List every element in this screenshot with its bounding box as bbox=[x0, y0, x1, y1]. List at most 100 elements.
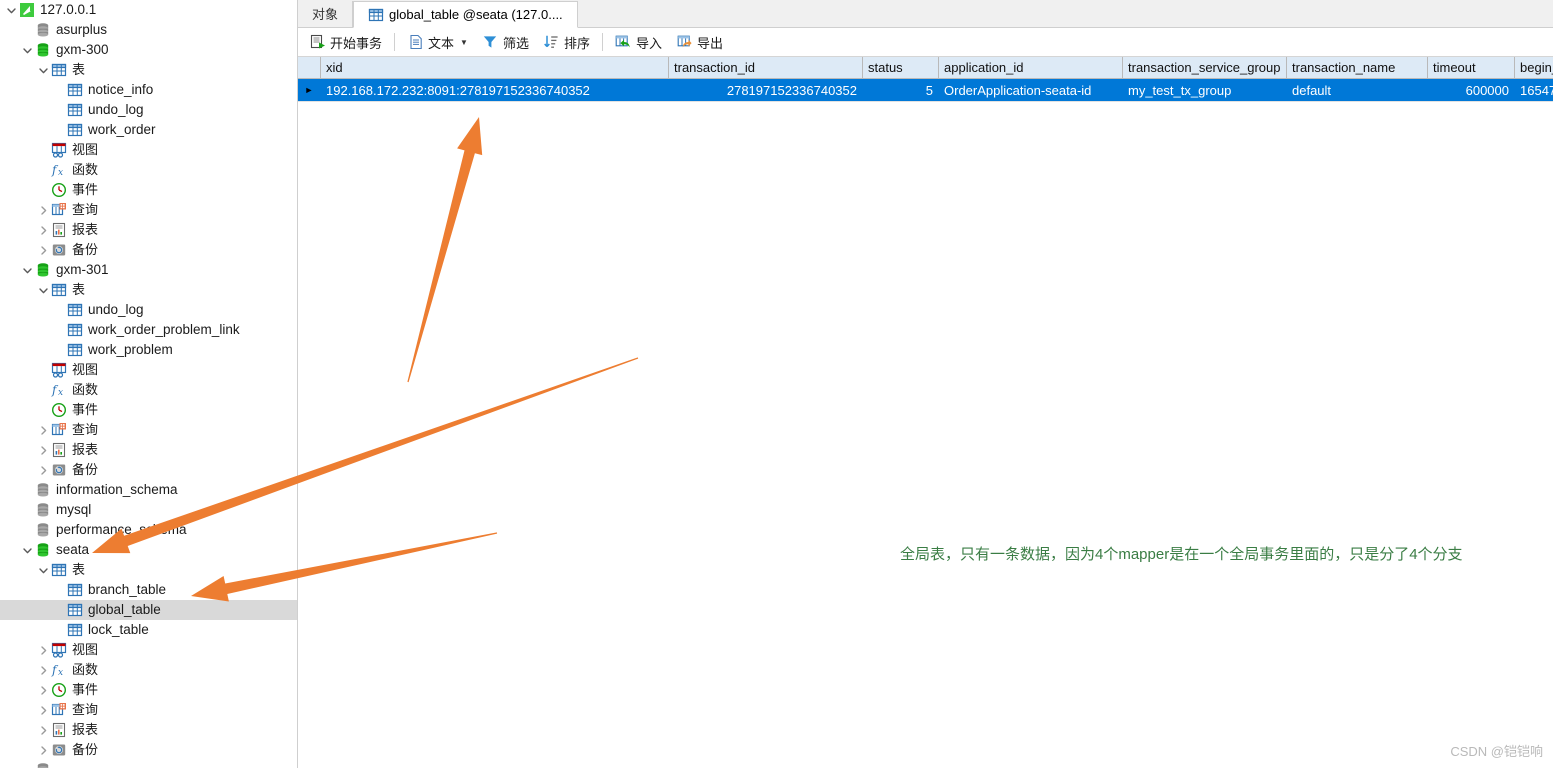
chevron-right-icon[interactable] bbox=[36, 640, 50, 660]
grid-cell[interactable]: my_test_tx_group bbox=[1122, 78, 1287, 102]
expander-placeholder bbox=[52, 580, 66, 600]
tree-item-label: 查询 bbox=[72, 702, 99, 717]
tree-item-[interactable]: 事件 bbox=[0, 680, 297, 700]
tree-item-[interactable]: 查询 bbox=[0, 200, 297, 220]
grid-toolbar[interactable]: 开始事务 文本 ▼ 筛选 排序 导入 导出 bbox=[298, 28, 1553, 57]
data-grid-container[interactable]: xid transaction_id status application_id tra… bbox=[298, 57, 1553, 768]
toolbar-button-import[interactable]: 导入 bbox=[608, 30, 669, 54]
tree-item-label: 函数 bbox=[72, 162, 99, 177]
tree-item-[interactable]: 查询 bbox=[0, 420, 297, 440]
tree-item-[interactable]: 备份 bbox=[0, 740, 297, 760]
tree-item-label: performance_schema bbox=[56, 522, 187, 537]
chevron-down-icon[interactable] bbox=[4, 0, 18, 20]
grid-column-header[interactable]: transaction_id bbox=[668, 57, 863, 79]
tree-item-global_table[interactable]: global_table bbox=[0, 600, 297, 620]
table-row[interactable]: ► 192.168.172.232:8091:278197152336740352… bbox=[298, 78, 1553, 102]
tree-item-label: 查询 bbox=[72, 202, 99, 217]
tree-item-seata[interactable]: seata bbox=[0, 540, 297, 560]
chevron-down-icon[interactable] bbox=[20, 540, 34, 560]
tree-item-gxm-301[interactable]: gxm-301 bbox=[0, 260, 297, 280]
tree-item-label: 报表 bbox=[72, 442, 99, 457]
tree-item-[interactable]: 报表 bbox=[0, 440, 297, 460]
tree-item-[interactable]: 表 bbox=[0, 60, 297, 80]
tree-item-[interactable]: 报表 bbox=[0, 220, 297, 240]
tree-item-work_order[interactable]: work_order bbox=[0, 120, 297, 140]
toolbar-button-text[interactable]: 文本 ▼ bbox=[400, 30, 475, 54]
chevron-down-icon[interactable] bbox=[20, 40, 34, 60]
grid-column-header[interactable]: status bbox=[862, 57, 939, 79]
tree-item-branch_table[interactable]: branch_table bbox=[0, 580, 297, 600]
tree-item-information_schema[interactable]: information_schema bbox=[0, 480, 297, 500]
chevron-right-icon[interactable] bbox=[36, 200, 50, 220]
tree-item-[interactable]: 视图 bbox=[0, 640, 297, 660]
toolbar-button-sort[interactable]: 排序 bbox=[536, 30, 597, 54]
tree-item-[interactable]: 表 bbox=[0, 280, 297, 300]
chevron-right-icon[interactable] bbox=[36, 420, 50, 440]
chevron-right-icon[interactable] bbox=[36, 220, 50, 240]
grid-column-header[interactable]: transaction_name bbox=[1286, 57, 1428, 79]
tree-item-[interactable]: 事件 bbox=[0, 180, 297, 200]
tree-item-[interactable]: 表 bbox=[0, 560, 297, 580]
chevron-right-icon[interactable] bbox=[36, 660, 50, 680]
data-grid[interactable]: xid transaction_id status application_id tra… bbox=[298, 57, 1553, 102]
grid-column-header[interactable]: transaction_service_group bbox=[1122, 57, 1287, 79]
chevron-right-icon[interactable] bbox=[36, 740, 50, 760]
tree-item-performance_schema[interactable]: performance_schema bbox=[0, 520, 297, 540]
grid-cell[interactable]: 192.168.172.232:8091:278197152336740352 bbox=[320, 78, 669, 102]
toolbar-button-filter[interactable]: 筛选 bbox=[475, 30, 536, 54]
chevron-right-icon[interactable] bbox=[36, 240, 50, 260]
tree-item-[interactable]: 视图 bbox=[0, 360, 297, 380]
chevron-down-icon[interactable] bbox=[36, 280, 50, 300]
grid-column-header[interactable]: application_id bbox=[938, 57, 1123, 79]
grid-header-row[interactable]: xid transaction_id status application_id tra… bbox=[298, 57, 1553, 79]
tree-item-gxm-300[interactable]: gxm-300 bbox=[0, 40, 297, 60]
grid-column-header[interactable]: xid bbox=[320, 57, 669, 79]
chevron-right-icon[interactable] bbox=[36, 440, 50, 460]
grid-cell[interactable]: default bbox=[1286, 78, 1428, 102]
grid-cell[interactable]: 5 bbox=[862, 78, 939, 102]
chevron-right-icon[interactable] bbox=[36, 720, 50, 740]
tree-item-asurplus[interactable]: asurplus bbox=[0, 20, 297, 40]
tree-item-work_problem[interactable]: work_problem bbox=[0, 340, 297, 360]
tree-item-[interactable]: 视图 bbox=[0, 140, 297, 160]
tree-item-[interactable]: 备份 bbox=[0, 240, 297, 260]
tab-[interactable]: 对象 bbox=[298, 1, 354, 27]
toolbar-button-begin-transaction[interactable]: 开始事务 bbox=[302, 30, 389, 54]
grid-cell[interactable]: 278197152336740352 bbox=[668, 78, 863, 102]
tree-item-undo_log[interactable]: undo_log bbox=[0, 300, 297, 320]
toolbar-button-export[interactable]: 导出 bbox=[669, 30, 730, 54]
chevron-right-icon[interactable] bbox=[36, 460, 50, 480]
chevron-right-icon[interactable] bbox=[36, 680, 50, 700]
tree-item-[interactable]: 报表 bbox=[0, 720, 297, 740]
chevron-down-icon[interactable] bbox=[36, 560, 50, 580]
tree-item-127-0-0-1[interactable]: 127.0.0.1 bbox=[0, 0, 297, 20]
tree-item-work_order_problem_link[interactable]: work_order_problem_link bbox=[0, 320, 297, 340]
tab-strip[interactable]: 对象 global_table @seata (127.0.... bbox=[298, 0, 1553, 28]
tab-global_table-seata-127-0[interactable]: global_table @seata (127.0.... bbox=[353, 1, 578, 28]
chevron-right-icon[interactable] bbox=[36, 700, 50, 720]
row-marker-cell[interactable]: ► bbox=[298, 78, 321, 102]
tree-item-[interactable]: 查询 bbox=[0, 700, 297, 720]
chevron-down-icon[interactable] bbox=[36, 60, 50, 80]
tree-item-[interactable]: f x 函数 bbox=[0, 660, 297, 680]
chevron-down-icon[interactable]: ▼ bbox=[460, 38, 468, 47]
tree-item-lock_table[interactable]: lock_table bbox=[0, 620, 297, 640]
tree-item-undo_log[interactable]: undo_log bbox=[0, 100, 297, 120]
tree-item-mysql[interactable]: mysql bbox=[0, 500, 297, 520]
tree-item-[interactable]: f x 函数 bbox=[0, 380, 297, 400]
grid-cell[interactable]: OrderApplication-seata-id bbox=[938, 78, 1123, 102]
chevron-down-icon[interactable] bbox=[20, 260, 34, 280]
tree-item-[interactable]: 事件 bbox=[0, 400, 297, 420]
tree-item-[interactable]: 备份 bbox=[0, 460, 297, 480]
tree-item-[interactable]: f x 函数 bbox=[0, 160, 297, 180]
grid-cell[interactable]: 1654762569770 bbox=[1514, 78, 1553, 102]
grid-cell[interactable]: 600000 bbox=[1427, 78, 1515, 102]
object-tree-sidebar[interactable]: 127.0.0.1 asurplus gxm-300 表 notice_info undo… bbox=[0, 0, 298, 768]
database-tree[interactable]: 127.0.0.1 asurplus gxm-300 表 notice_info undo… bbox=[0, 0, 297, 768]
watermark: CSDN @铠铠响 bbox=[1450, 744, 1543, 759]
grid-column-header[interactable]: timeout bbox=[1427, 57, 1515, 79]
tree-item-notice_info[interactable]: notice_info bbox=[0, 80, 297, 100]
grid-body[interactable]: ► 192.168.172.232:8091:278197152336740352… bbox=[298, 78, 1553, 102]
tree-item[interactable] bbox=[0, 760, 297, 768]
grid-column-header[interactable]: begin_time bbox=[1514, 57, 1553, 79]
